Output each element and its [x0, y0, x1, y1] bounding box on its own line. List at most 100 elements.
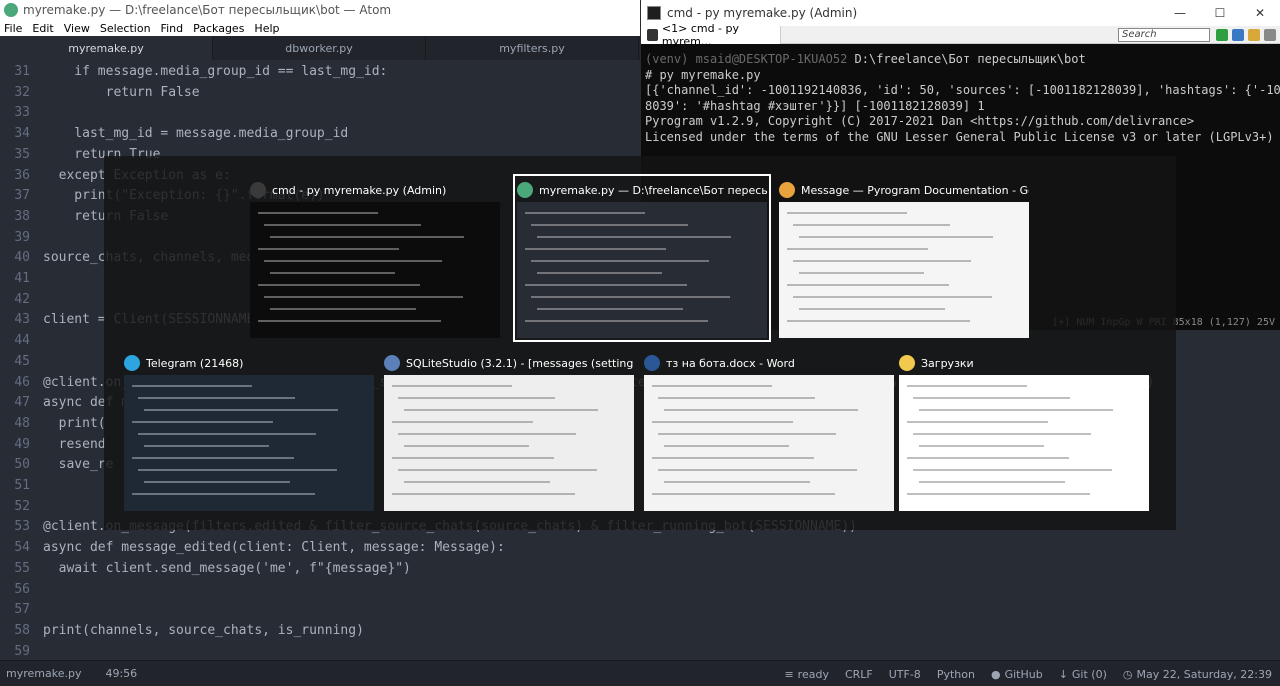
- app-icon: [779, 182, 795, 198]
- line-number: 57: [14, 602, 30, 618]
- switcher-tile[interactable]: Telegram (21468): [124, 351, 374, 511]
- line-number: 54: [14, 540, 30, 556]
- menu-find[interactable]: Find: [161, 22, 184, 35]
- cmd-app-icon: [647, 6, 661, 20]
- switcher-tile[interactable]: тз на бота.docx - Word: [644, 351, 894, 511]
- atom-logo-icon: [4, 3, 18, 17]
- line-number: 48: [14, 415, 30, 431]
- menu-selection[interactable]: Selection: [100, 22, 151, 35]
- line-number: 34: [14, 126, 30, 142]
- code-line: last_mg_id = message.media_group_id: [43, 126, 349, 142]
- thumbnail-line: [664, 409, 858, 411]
- thumbnail-line: [787, 248, 928, 250]
- thumbnail-line: [132, 493, 315, 495]
- maximize-button[interactable]: ☐: [1200, 6, 1240, 20]
- thumbnail-line: [258, 320, 441, 322]
- menu-icon[interactable]: [1264, 28, 1276, 41]
- status-grammar[interactable]: Python: [937, 668, 975, 681]
- prompt-path: D:\freelance\Бот пересыльщик\bot: [847, 52, 1086, 66]
- thumbnail-line: [525, 248, 666, 250]
- thumbnail-line: [264, 296, 463, 298]
- switcher-tile[interactable]: Message — Pyrogram Documentation - Go...: [779, 178, 1029, 338]
- line-number: 35: [14, 146, 30, 162]
- tab-myremake[interactable]: myremake.py: [0, 36, 213, 60]
- thumbnail-line: [658, 433, 836, 435]
- terminal-line: Licensed under the terms of the GNU Less…: [645, 129, 1274, 144]
- menu-help[interactable]: Help: [254, 22, 279, 35]
- code-line: print(: [43, 415, 106, 431]
- thumbnail-line: [658, 397, 815, 399]
- status-cursor-position[interactable]: 49:56: [105, 667, 137, 680]
- line-number: 32: [14, 84, 30, 100]
- menu-view[interactable]: View: [64, 22, 90, 35]
- cmd-tab[interactable]: <1> cmd - py myrem...: [641, 22, 781, 48]
- switcher-tile[interactable]: Загрузки: [899, 351, 1149, 511]
- line-number: 59: [14, 643, 30, 659]
- cmd-search-input[interactable]: Search: [1118, 27, 1210, 42]
- thumbnail-line: [652, 493, 835, 495]
- thumbnail-line: [799, 272, 924, 274]
- clock-icon: ◷: [1122, 667, 1133, 681]
- window-thumbnail: [384, 375, 634, 511]
- task-switcher: cmd - py myremake.py (Admin) myremake.py …: [104, 156, 1176, 530]
- thumbnail-line: [913, 469, 1112, 471]
- console-tab-icon: [647, 28, 658, 41]
- view-icon[interactable]: [1232, 28, 1244, 41]
- switcher-tile[interactable]: cmd - py myremake.py (Admin): [250, 178, 500, 338]
- window-thumbnail: [899, 375, 1149, 511]
- window-thumbnail: [517, 202, 767, 338]
- status-file-name[interactable]: myremake.py: [6, 667, 81, 680]
- github-icon: ●: [990, 667, 1001, 681]
- line-number: 58: [14, 622, 30, 638]
- thumbnail-line: [132, 421, 273, 423]
- menu-packages[interactable]: Packages: [193, 22, 244, 35]
- thumbnail-line: [913, 397, 1070, 399]
- code-line: save_re: [43, 457, 114, 473]
- close-button[interactable]: ✕: [1240, 6, 1280, 20]
- window-thumbnail: [644, 375, 894, 511]
- thumbnail-line: [264, 224, 421, 226]
- menu-file[interactable]: File: [4, 22, 22, 35]
- window-thumbnail: [250, 202, 500, 338]
- code-line: async def message_edited(client: Client,…: [43, 540, 505, 556]
- tab-dbworker[interactable]: dbworker.py: [213, 36, 426, 60]
- line-number: 47: [14, 395, 30, 411]
- terminal-line: [{'channel_id': -1001192140836, 'id': 50…: [645, 83, 1280, 97]
- status-ready[interactable]: ≡ ready: [784, 668, 829, 681]
- thumbnail-line: [270, 236, 464, 238]
- line-number: 44: [14, 333, 30, 349]
- new-console-icon[interactable]: [1216, 28, 1228, 41]
- status-git[interactable]: ↓ Git (0): [1059, 668, 1107, 681]
- code-line: return False: [43, 84, 200, 100]
- minimize-button[interactable]: —: [1160, 6, 1200, 20]
- thumbnail-line: [144, 445, 269, 447]
- window-thumbnail: [779, 202, 1029, 338]
- switcher-tile[interactable]: myremake.py — D:\freelance\Бот пересыл..…: [513, 174, 771, 342]
- status-line-ending[interactable]: CRLF: [845, 668, 873, 681]
- line-number: 39: [14, 229, 30, 245]
- app-icon: [517, 182, 533, 198]
- line-number: 43: [14, 312, 30, 328]
- tab-myfilters[interactable]: myfilters.py: [426, 36, 639, 60]
- thumbnail-line: [787, 320, 970, 322]
- cmd-window-title: cmd - py myremake.py (Admin): [667, 6, 858, 20]
- app-icon: [124, 355, 140, 371]
- switcher-tile-title: тз на бота.docx - Word: [666, 356, 795, 370]
- status-encoding[interactable]: UTF-8: [889, 668, 921, 681]
- status-clock: ◷ May 22, Saturday, 22:39: [1122, 667, 1272, 681]
- thumbnail-line: [664, 481, 810, 483]
- switcher-tile-title: Message — Pyrogram Documentation - Go...: [801, 183, 1029, 197]
- switcher-tile-title: cmd - py myremake.py (Admin): [272, 183, 447, 197]
- menu-edit[interactable]: Edit: [32, 22, 53, 35]
- window-thumbnail: [124, 375, 374, 511]
- status-github[interactable]: ● GitHub: [991, 668, 1043, 681]
- thumbnail-line: [404, 481, 550, 483]
- lock-icon[interactable]: [1248, 28, 1260, 41]
- thumbnail-line: [787, 284, 949, 286]
- app-icon: [644, 355, 660, 371]
- switcher-tile-header: Message — Pyrogram Documentation - Go...: [779, 178, 1029, 202]
- line-number: 41: [14, 271, 30, 286]
- switcher-tile-header: Загрузки: [899, 351, 1149, 375]
- switcher-tile[interactable]: SQLiteStudio (3.2.1) - [messages (settin…: [384, 351, 634, 511]
- thumbnail-line: [525, 284, 687, 286]
